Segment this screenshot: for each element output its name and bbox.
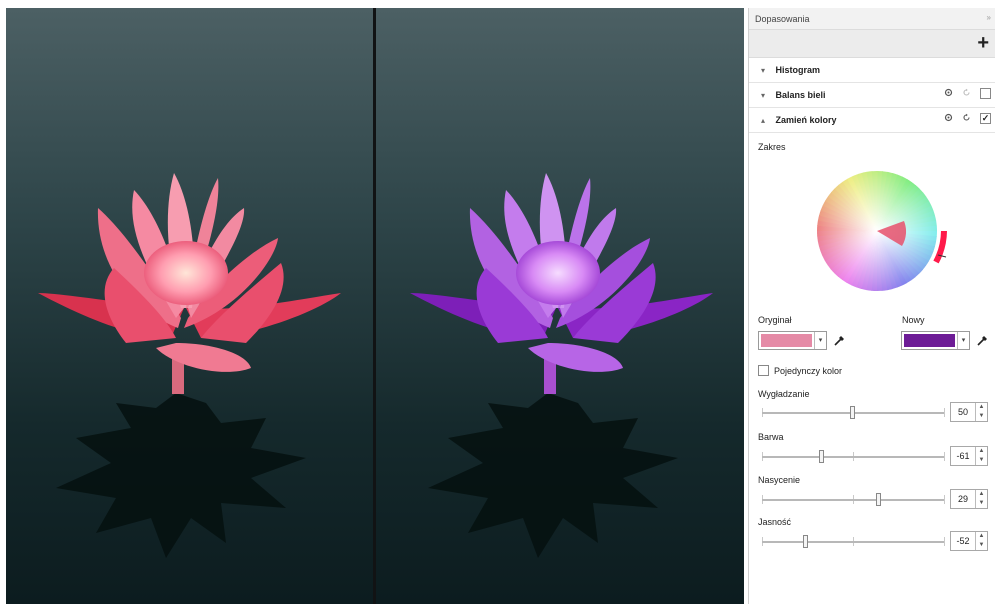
section-white-balance[interactable]: ▾ Balans bieli bbox=[749, 83, 995, 108]
lightness-label: Jasność bbox=[758, 517, 792, 527]
spin-arrows-icon[interactable]: ▲ ▼ bbox=[975, 490, 987, 508]
single-color-checkbox[interactable] bbox=[758, 365, 769, 376]
reset-icon[interactable] bbox=[962, 113, 971, 124]
section-label: Histogram bbox=[775, 65, 821, 75]
lightness-value[interactable]: -52 bbox=[951, 532, 975, 550]
saturation-slider-thumb[interactable] bbox=[876, 493, 882, 506]
slider-tick bbox=[944, 452, 945, 461]
hue-slider-row: -61 ▲ ▼ bbox=[758, 446, 994, 468]
smoothing-value[interactable]: 50 bbox=[951, 403, 975, 421]
smoothing-label: Wygładzanie bbox=[758, 389, 810, 399]
saturation-value[interactable]: 29 bbox=[951, 490, 975, 508]
image-canvas[interactable] bbox=[6, 8, 744, 604]
smoothing-slider-thumb[interactable] bbox=[850, 406, 855, 419]
adjustments-panel: Dopasowania » + ▾ Histogram ▾ Balans bie… bbox=[748, 8, 995, 604]
original-color-swatch bbox=[761, 334, 812, 347]
spin-arrows-icon[interactable]: ▲ ▼ bbox=[975, 447, 987, 465]
panel-title: Dopasowania bbox=[755, 14, 810, 24]
chevron-down-icon[interactable]: ▾ bbox=[814, 332, 826, 349]
hue-slider-track[interactable] bbox=[762, 456, 944, 458]
section-label: Balans bieli bbox=[775, 90, 826, 100]
white-balance-enable-checkbox[interactable] bbox=[980, 88, 991, 99]
new-color-dropdown[interactable]: ▾ bbox=[901, 331, 970, 350]
chevron-up-icon[interactable]: ▴ bbox=[761, 116, 773, 125]
preview-image-pane[interactable] bbox=[376, 8, 744, 604]
original-label: Oryginał bbox=[758, 315, 792, 325]
saturation-label: Nasycenie bbox=[758, 475, 801, 485]
original-color-dropdown[interactable]: ▾ bbox=[758, 331, 827, 350]
eye-icon[interactable] bbox=[944, 113, 953, 124]
add-adjustment-button[interactable]: + bbox=[977, 33, 989, 53]
new-color-swatch bbox=[904, 334, 955, 347]
range-label: Zakres bbox=[758, 142, 786, 152]
slider-tick bbox=[944, 495, 945, 504]
lightness-input[interactable]: -52 ▲ ▼ bbox=[950, 531, 988, 551]
chevron-down-icon[interactable]: ▾ bbox=[957, 332, 969, 349]
eye-icon[interactable] bbox=[944, 88, 953, 99]
collapse-panel-icon[interactable]: » bbox=[987, 13, 991, 22]
single-color-label: Pojedynczy kolor bbox=[774, 365, 843, 376]
section-label: Zamień kolory bbox=[775, 115, 837, 125]
original-image-pane[interactable] bbox=[6, 8, 373, 604]
saturation-slider-track[interactable] bbox=[762, 499, 944, 501]
panel-title-bar: Dopasowania » bbox=[749, 8, 995, 30]
hue-label: Barwa bbox=[758, 432, 784, 442]
section-replace-colors[interactable]: ▴ Zamień kolory ✓ bbox=[749, 108, 995, 133]
spin-arrows-icon[interactable]: ▲ ▼ bbox=[975, 532, 987, 550]
new-label: Nowy bbox=[902, 315, 925, 325]
original-eyedropper-icon[interactable] bbox=[833, 333, 847, 350]
panel-toolbar: + bbox=[749, 30, 995, 58]
slider-tick bbox=[944, 408, 945, 417]
hue-input[interactable]: -61 ▲ ▼ bbox=[950, 446, 988, 466]
saturation-input[interactable]: 29 ▲ ▼ bbox=[950, 489, 988, 509]
spin-arrows-icon[interactable]: ▲ ▼ bbox=[975, 403, 987, 421]
saturation-slider-row: 29 ▲ ▼ bbox=[758, 489, 994, 511]
section-histogram[interactable]: ▾ Histogram bbox=[749, 58, 995, 83]
lightness-slider-row: -52 ▲ ▼ bbox=[758, 531, 994, 553]
replace-colors-enable-checkbox[interactable]: ✓ bbox=[980, 113, 991, 124]
new-eyedropper-icon[interactable] bbox=[976, 333, 990, 350]
color-range-wheel[interactable] bbox=[804, 158, 950, 304]
reset-icon[interactable] bbox=[962, 88, 971, 99]
hue-slider-thumb[interactable] bbox=[819, 450, 825, 463]
lightness-slider-track[interactable] bbox=[762, 541, 944, 543]
single-color-option[interactable]: Pojedynczy kolor bbox=[758, 365, 842, 376]
smoothing-slider-row: 50 ▲ ▼ bbox=[758, 402, 994, 424]
preview-lotus-image bbox=[376, 8, 744, 604]
smoothing-input[interactable]: 50 ▲ ▼ bbox=[950, 402, 988, 422]
hue-value[interactable]: -61 bbox=[951, 447, 975, 465]
chevron-down-icon[interactable]: ▾ bbox=[761, 91, 773, 100]
chevron-down-icon[interactable]: ▾ bbox=[761, 66, 773, 75]
original-lotus-image bbox=[6, 8, 373, 604]
lightness-slider-thumb[interactable] bbox=[802, 535, 808, 548]
slider-tick bbox=[944, 537, 945, 546]
app-root: Dopasowania » + ▾ Histogram ▾ Balans bie… bbox=[0, 0, 995, 604]
